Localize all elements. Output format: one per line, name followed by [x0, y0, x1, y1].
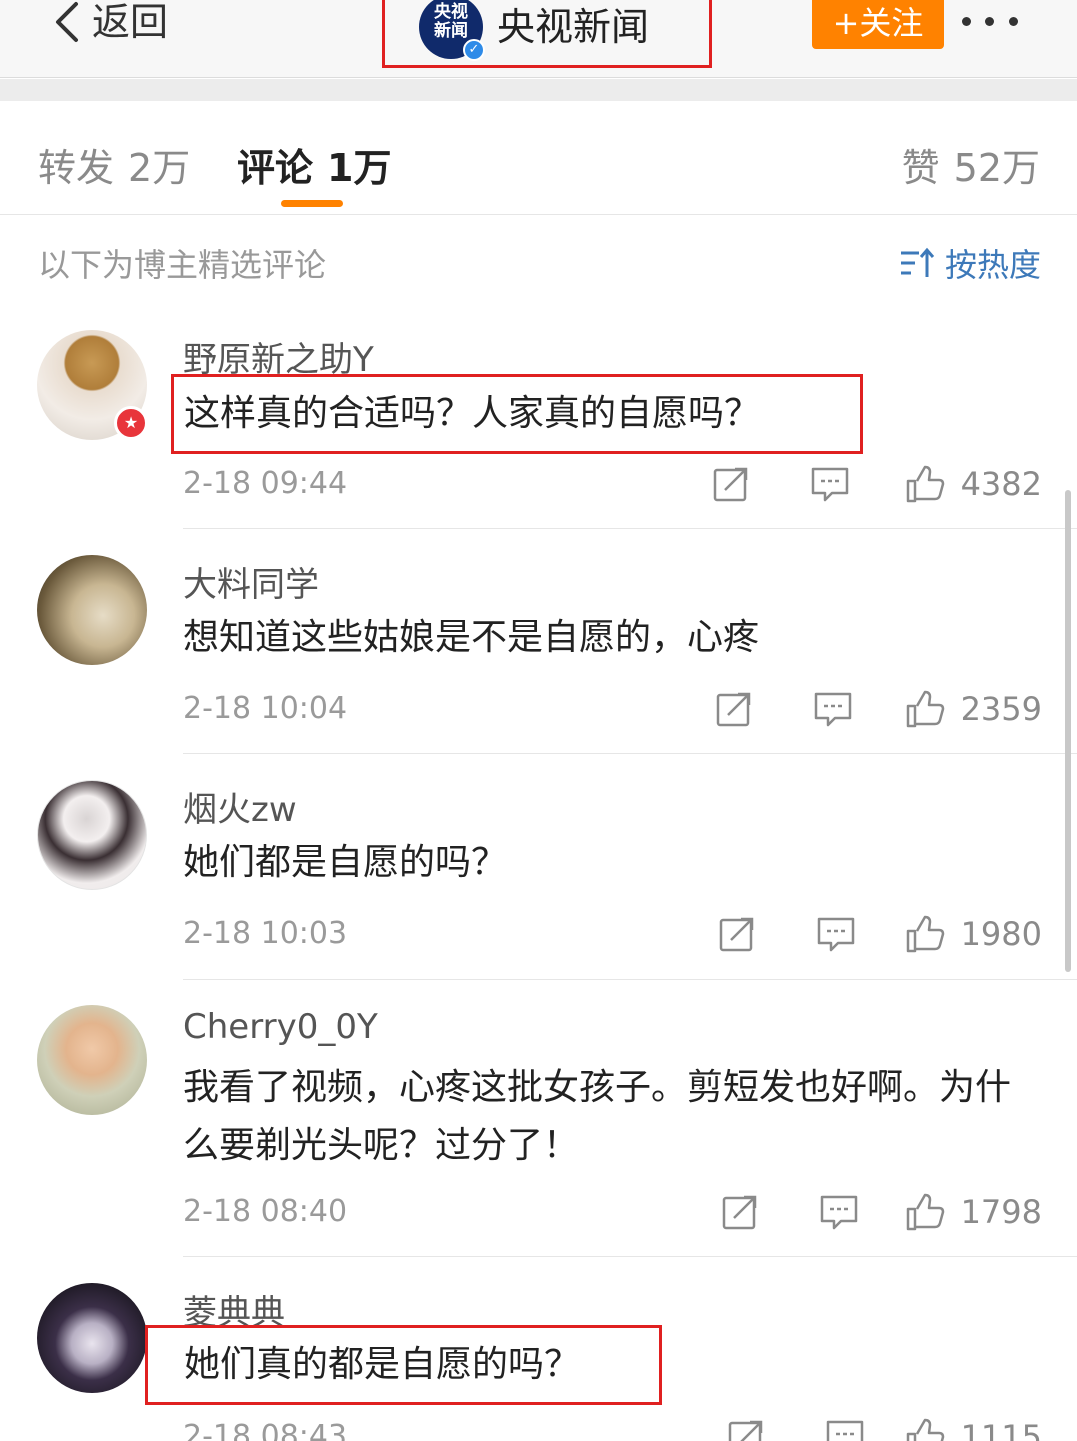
- reply-button[interactable]: [813, 689, 853, 729]
- comment-divider: [183, 979, 1077, 980]
- tab-repost-count: 2万: [128, 146, 191, 190]
- comment-divider: [183, 753, 1077, 754]
- comment-time: 2-18 10:04: [183, 691, 348, 726]
- like-button[interactable]: 2359: [905, 689, 1042, 729]
- share-icon: [728, 1420, 763, 1441]
- share-button[interactable]: [726, 1417, 766, 1441]
- tab-comment-label: 评论: [237, 146, 314, 190]
- more-dot: [985, 16, 995, 26]
- sort-by-hot-button[interactable]: 按热度: [899, 240, 1041, 286]
- more-options-icon[interactable]: [955, 6, 1025, 36]
- like-count: 1798: [960, 1193, 1042, 1231]
- back-label: 返回: [92, 0, 169, 44]
- thumbs-up-icon: [906, 915, 944, 953]
- account-header[interactable]: 央视 新闻 ✓ 央视新闻: [382, 0, 712, 68]
- comment-filter-row: 以下为博主精选评论 按热度: [0, 216, 1077, 306]
- like-count: 1115: [960, 1418, 1042, 1441]
- comment-time: 2-18 10:03: [183, 916, 348, 951]
- comment-username[interactable]: 大料同学: [183, 557, 319, 606]
- thumbs-up-icon: [906, 690, 944, 728]
- comment-text: 想知道这些姑娘是不是自愿的，心疼: [183, 617, 760, 658]
- like-button[interactable]: 1115: [905, 1417, 1042, 1441]
- comment-text: 我看了视频，心疼这批女孩子。剪短发也好啊。为什么要剃光头呢？过分了！: [183, 1067, 1012, 1166]
- comment-icon: [811, 467, 849, 502]
- comment-divider: [183, 1256, 1077, 1257]
- share-button[interactable]: [720, 1192, 760, 1232]
- share-icon: [716, 692, 751, 727]
- avatar[interactable]: [37, 780, 147, 890]
- share-icon: [722, 1195, 757, 1230]
- account-avatar[interactable]: 央视 新闻 ✓: [419, 0, 485, 61]
- comment-username[interactable]: Cherry0_0Y: [183, 1007, 378, 1047]
- comment-icon: [820, 1195, 858, 1230]
- tab-like-label: 赞: [901, 146, 940, 190]
- active-tab-indicator: [281, 200, 343, 207]
- share-button[interactable]: [717, 914, 757, 954]
- reply-button[interactable]: [816, 914, 856, 954]
- section-gap: [0, 79, 1077, 101]
- comment-time: 2-18 09:44: [183, 466, 348, 501]
- share-icon: [719, 917, 754, 952]
- comment-text: 她们真的都是自愿的吗？: [145, 1325, 662, 1405]
- tab-comment-count: 1万: [327, 146, 392, 190]
- avatar[interactable]: [37, 1283, 147, 1393]
- follow-button[interactable]: +关注: [812, 0, 944, 49]
- like-count: 1980: [960, 915, 1042, 953]
- share-button[interactable]: [714, 689, 754, 729]
- comment-meta: 2-18 08:43 1115: [183, 1417, 1042, 1441]
- scrollbar[interactable]: [1065, 490, 1071, 972]
- comment-meta: 2-18 09:44 4382: [183, 464, 1042, 504]
- vip-badge-icon: ★: [114, 406, 148, 440]
- more-dot: [962, 16, 972, 26]
- account-name[interactable]: 央视新闻: [497, 0, 649, 51]
- interaction-tabs: 转发 2万 评论 1万 赞 52万: [0, 101, 1077, 215]
- comment-meta: 2-18 08:40 1798: [183, 1192, 1042, 1232]
- top-navigation-bar: 返回 央视 新闻 ✓ 央视新闻 +关注: [0, 0, 1077, 78]
- like-button[interactable]: 1798: [905, 1192, 1042, 1232]
- comment-meta: 2-18 10:03 1980: [183, 914, 1042, 954]
- comment-meta: 2-18 10:04 2359: [183, 689, 1042, 729]
- sort-label: 按热度: [944, 246, 1041, 284]
- tab-repost-label: 转发: [38, 146, 115, 190]
- comment-time: 2-18 08:40: [183, 1194, 348, 1229]
- verified-badge-icon: ✓: [463, 39, 485, 61]
- back-button[interactable]: 返回: [52, 0, 168, 44]
- more-dot: [1008, 16, 1018, 26]
- chevron-left-icon: [56, 2, 78, 42]
- thumbs-up-icon: [906, 1418, 944, 1441]
- thumbs-up-icon: [906, 1193, 944, 1231]
- share-button[interactable]: [711, 464, 751, 504]
- featured-comments-label: 以下为博主精选评论: [38, 246, 327, 284]
- like-count: 4382: [960, 465, 1042, 503]
- reply-button[interactable]: [825, 1417, 865, 1441]
- comment-username[interactable]: 烟火zw: [183, 782, 297, 831]
- tab-like-count: 52万: [953, 146, 1040, 190]
- thumbs-up-icon: [906, 465, 944, 503]
- comment-icon: [817, 917, 855, 952]
- reply-button[interactable]: [810, 464, 850, 504]
- comment-text: 这样真的合适吗？人家真的自愿吗？: [171, 374, 863, 454]
- avatar[interactable]: [37, 1005, 147, 1115]
- like-count: 2359: [960, 690, 1042, 728]
- like-button[interactable]: 4382: [905, 464, 1042, 504]
- comment-time: 2-18 08:43: [183, 1419, 348, 1441]
- comment-icon: [826, 1420, 864, 1441]
- sort-icon: [900, 247, 935, 277]
- comment-divider: [183, 528, 1077, 529]
- avatar[interactable]: [37, 555, 147, 665]
- reply-button[interactable]: [819, 1192, 859, 1232]
- share-icon: [713, 467, 748, 502]
- tab-comment[interactable]: 评论 1万: [237, 137, 391, 192]
- account-avatar-text-line1: 央视: [434, 2, 468, 22]
- tab-repost[interactable]: 转发 2万: [38, 137, 190, 192]
- comment-text: 她们都是自愿的吗？: [183, 842, 508, 883]
- comment-icon: [814, 692, 852, 727]
- like-button[interactable]: 1980: [905, 914, 1042, 954]
- tab-like[interactable]: 赞 52万: [902, 137, 1040, 192]
